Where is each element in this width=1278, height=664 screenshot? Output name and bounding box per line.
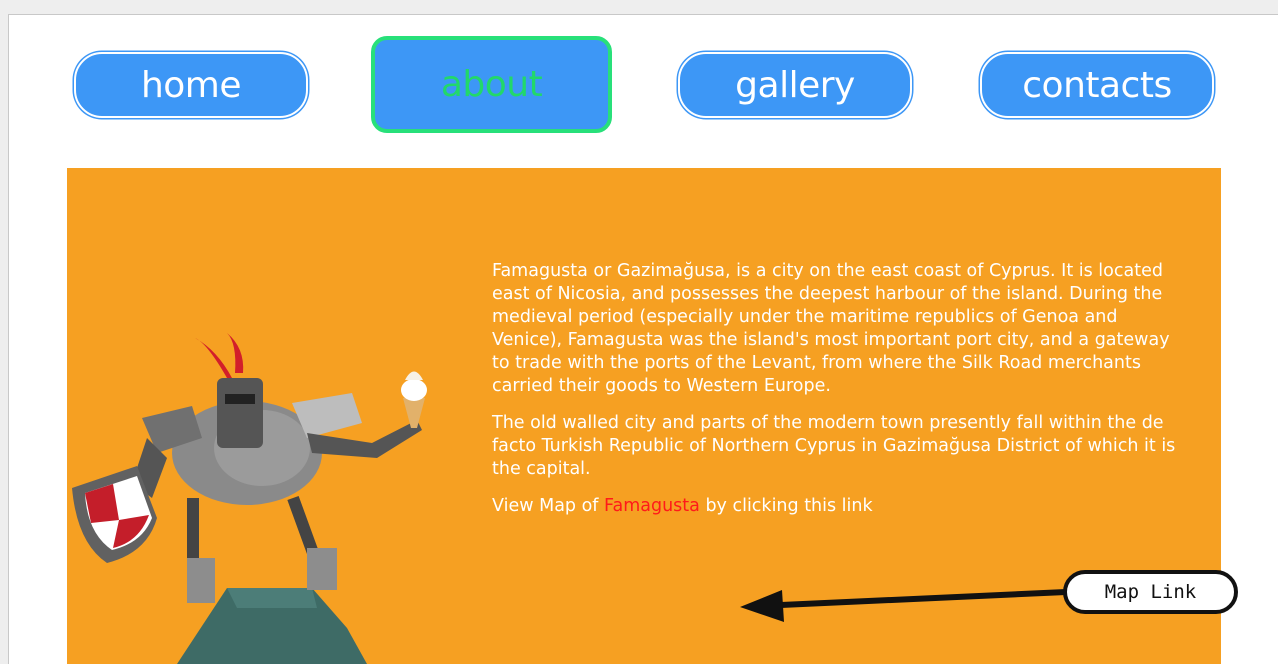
map-link-callout: Map Link (1063, 570, 1238, 614)
annotation-arrow-icon (740, 589, 1067, 622)
